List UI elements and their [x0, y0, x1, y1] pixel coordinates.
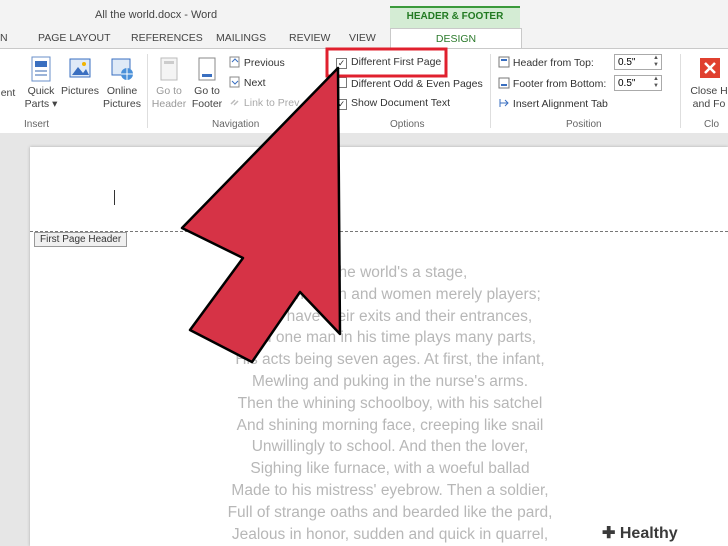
watermark-text: Healthy Living — [619, 525, 678, 542]
word-window: All the world.docx - Word HEADER & FOOTE… — [0, 0, 728, 546]
watermark-logo: ✚ Healthy Living — [596, 522, 728, 546]
annotation-overlay — [180, 47, 448, 364]
highlight-box — [325, 47, 448, 78]
red-arrow-icon — [180, 66, 342, 364]
